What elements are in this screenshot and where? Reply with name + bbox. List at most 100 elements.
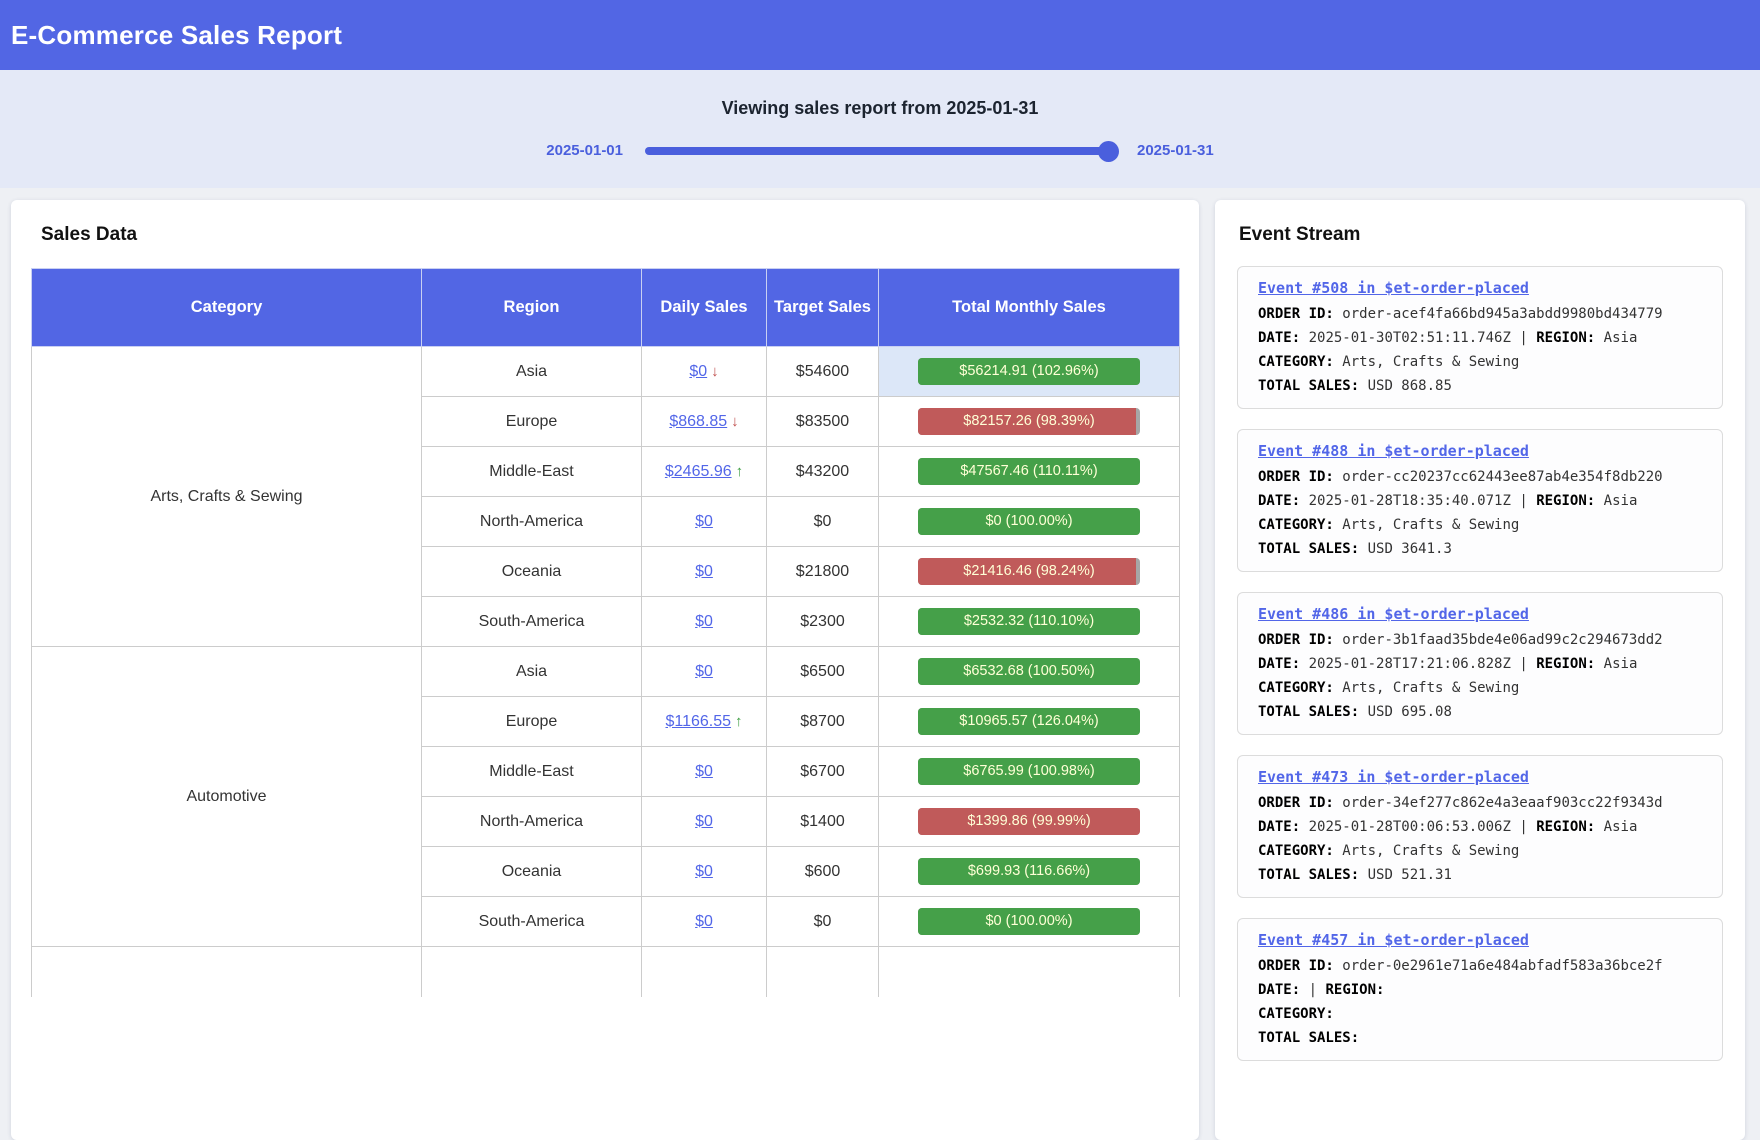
progress-label: $6765.99 (100.98%) xyxy=(918,758,1140,785)
region-cell: Middle-East xyxy=(422,447,642,497)
event-link[interactable]: Event #488 in $et-order-placed xyxy=(1258,442,1529,460)
col-header-total-monthly-sales: Total Monthly Sales xyxy=(879,269,1180,347)
table-row-partial xyxy=(32,947,1180,997)
date-range-slider[interactable] xyxy=(645,141,1115,161)
progress-label: $699.93 (116.66%) xyxy=(918,858,1140,885)
daily-sales-cell: $0 xyxy=(642,897,767,947)
page-title: E-Commerce Sales Report xyxy=(0,0,1760,70)
monthly-progress-badge: $2532.32 (110.10%) xyxy=(918,608,1140,635)
daily-sales-link[interactable]: $0 xyxy=(695,813,713,830)
total-monthly-cell: $2532.32 (110.10%) xyxy=(879,597,1180,647)
region-value: Asia xyxy=(1604,656,1638,672)
date-value: 2025-01-28T17:21:06.828Z xyxy=(1309,656,1511,672)
date-label: DATE: xyxy=(1258,982,1300,998)
event-link[interactable]: Event #486 in $et-order-placed xyxy=(1258,605,1529,623)
event-card: Event #508 in $et-order-placed ORDER ID:… xyxy=(1237,266,1723,409)
daily-sales-link[interactable]: $0 xyxy=(695,863,713,880)
region-cell: North-America xyxy=(422,497,642,547)
table-row: Arts, Crafts & Sewing Asia $0↓ $54600 $5… xyxy=(32,347,1180,397)
daily-sales-cell: $1166.55↑ xyxy=(642,697,767,747)
sales-data-title: Sales Data xyxy=(41,224,1179,246)
total-monthly-cell: $21416.46 (98.24%) xyxy=(879,547,1180,597)
region-cell: Europe xyxy=(422,697,642,747)
target-sales-cell: $83500 xyxy=(767,397,879,447)
event-card: Event #486 in $et-order-placed ORDER ID:… xyxy=(1237,592,1723,735)
target-sales-cell: $21800 xyxy=(767,547,879,597)
daily-sales-link[interactable]: $0 xyxy=(695,563,713,580)
trend-up-icon: ↑ xyxy=(735,713,743,730)
order-id-label: ORDER ID: xyxy=(1258,306,1334,322)
event-list: Event #508 in $et-order-placed ORDER ID:… xyxy=(1237,266,1723,1061)
daily-sales-cell: $0 xyxy=(642,597,767,647)
col-header-category: Category xyxy=(32,269,422,347)
event-link[interactable]: Event #457 in $et-order-placed xyxy=(1258,931,1529,949)
daily-sales-link[interactable]: $2465.96 xyxy=(665,463,732,480)
target-sales-cell: $54600 xyxy=(767,347,879,397)
target-sales-cell: $43200 xyxy=(767,447,879,497)
sales-table-body: Arts, Crafts & Sewing Asia $0↓ $54600 $5… xyxy=(32,347,1180,997)
region-label: REGION: xyxy=(1536,493,1595,509)
daily-sales-link[interactable]: $868.85 xyxy=(669,413,727,430)
target-sales-cell: $6500 xyxy=(767,647,879,697)
region-value: Asia xyxy=(1604,493,1638,509)
event-card: Event #473 in $et-order-placed ORDER ID:… xyxy=(1237,755,1723,898)
daily-sales-link[interactable]: $0 xyxy=(695,613,713,630)
trend-up-icon: ↑ xyxy=(736,463,744,480)
daily-sales-cell: $0↓ xyxy=(642,347,767,397)
region-cell: Oceania xyxy=(422,847,642,897)
total-monthly-cell: $82157.26 (98.39%) xyxy=(879,397,1180,447)
date-value: 2025-01-28T00:06:53.006Z xyxy=(1309,819,1511,835)
region-cell: Asia xyxy=(422,647,642,697)
daily-sales-link[interactable]: $0 xyxy=(695,513,713,530)
order-id-label: ORDER ID: xyxy=(1258,632,1334,648)
region-cell: Oceania xyxy=(422,547,642,597)
slider-track[interactable] xyxy=(645,147,1115,155)
daily-sales-cell: $0 xyxy=(642,497,767,547)
region-cell: Europe xyxy=(422,397,642,447)
progress-label: $56214.91 (102.96%) xyxy=(918,358,1140,385)
progress-label: $10965.57 (126.04%) xyxy=(918,708,1140,735)
monthly-progress-badge: $0 (100.00%) xyxy=(918,908,1140,935)
event-link[interactable]: Event #473 in $et-order-placed xyxy=(1258,768,1529,786)
order-id-value: order-34ef277c862e4a3eaaf903cc22f9343d xyxy=(1342,795,1662,811)
main-content: Sales Data Category Region Daily Sales T… xyxy=(0,188,1760,1140)
region-value: Asia xyxy=(1604,819,1638,835)
event-stream-title: Event Stream xyxy=(1239,224,1723,246)
monthly-progress-badge: $82157.26 (98.39%) xyxy=(918,408,1140,435)
category-label: CATEGORY: xyxy=(1258,354,1334,370)
event-link[interactable]: Event #508 in $et-order-placed xyxy=(1258,279,1529,297)
filter-heading: Viewing sales report from 2025-01-31 xyxy=(722,98,1039,119)
category-label: CATEGORY: xyxy=(1258,1006,1334,1022)
total-sales-value: USD 868.85 xyxy=(1368,378,1452,394)
sales-data-card: Sales Data Category Region Daily Sales T… xyxy=(11,200,1199,1140)
order-id-value: order-0e2961e71a6e484abfadf583a36bce2f xyxy=(1342,958,1662,974)
region-label: REGION: xyxy=(1536,330,1595,346)
trend-down-icon: ↓ xyxy=(711,363,719,380)
region-label: REGION: xyxy=(1325,982,1384,998)
monthly-progress-badge: $6532.68 (100.50%) xyxy=(918,658,1140,685)
category-label: CATEGORY: xyxy=(1258,843,1334,859)
daily-sales-link[interactable]: $1166.55 xyxy=(665,713,731,730)
separator: | xyxy=(1519,330,1527,346)
category-label: CATEGORY: xyxy=(1258,680,1334,696)
total-monthly-cell: $1399.86 (99.99%) xyxy=(879,797,1180,847)
monthly-progress-badge: $10965.57 (126.04%) xyxy=(918,708,1140,735)
total-sales-label: TOTAL SALES: xyxy=(1258,704,1359,720)
col-header-target-sales: Target Sales xyxy=(767,269,879,347)
event-card: Event #457 in $et-order-placed ORDER ID:… xyxy=(1237,918,1723,1061)
slider-thumb[interactable] xyxy=(1098,141,1119,162)
total-monthly-cell: $699.93 (116.66%) xyxy=(879,847,1180,897)
daily-sales-link[interactable]: $0 xyxy=(695,663,713,680)
total-sales-value: USD 695.08 xyxy=(1368,704,1452,720)
daily-sales-cell: $0 xyxy=(642,547,767,597)
daily-sales-link[interactable]: $0 xyxy=(695,913,713,930)
target-sales-cell: $8700 xyxy=(767,697,879,747)
date-value: 2025-01-30T02:51:11.746Z xyxy=(1309,330,1511,346)
daily-sales-link[interactable]: $0 xyxy=(689,363,707,380)
col-header-region: Region xyxy=(422,269,642,347)
order-id-label: ORDER ID: xyxy=(1258,958,1334,974)
daily-sales-cell: $0 xyxy=(642,847,767,897)
target-sales-cell: $2300 xyxy=(767,597,879,647)
progress-label: $0 (100.00%) xyxy=(918,508,1140,535)
daily-sales-link[interactable]: $0 xyxy=(695,763,713,780)
